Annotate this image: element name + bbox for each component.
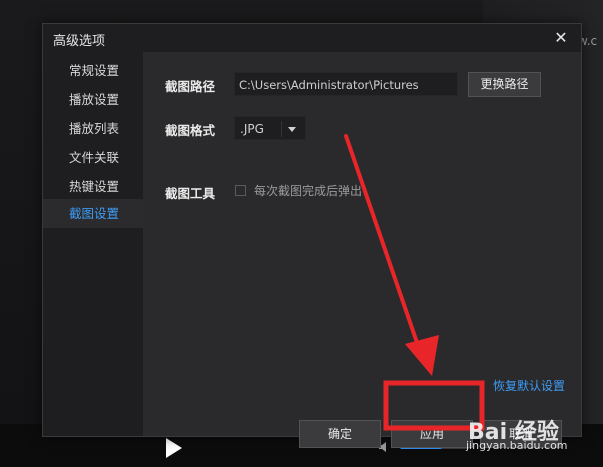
- settings-sidebar: 常规设置 播放设置 播放列表 文件关联 热键设置 截图设置: [43, 52, 143, 436]
- sidebar-item-hotkeys[interactable]: 热键设置: [43, 172, 143, 201]
- dialog-title: 高级选项: [53, 34, 106, 49]
- screenshot-path-label: 截图路径: [165, 79, 216, 94]
- sidebar-item-file-association[interactable]: 文件关联: [43, 143, 143, 172]
- close-icon[interactable]: ✕: [551, 28, 571, 48]
- ok-button[interactable]: 确定: [299, 420, 381, 448]
- restore-defaults-link[interactable]: 恢复默认设置: [493, 377, 565, 394]
- advanced-options-dialog: 高级选项 ✕ 常规设置 播放设置 播放列表 文件关联 热键设置 截图设置 截图路…: [42, 23, 582, 448]
- sidebar-item-general[interactable]: 常规设置: [43, 56, 143, 85]
- sidebar-item-screenshot[interactable]: 截图设置: [43, 199, 143, 228]
- screenshot-tool-label: 截图工具: [165, 186, 216, 201]
- apply-button[interactable]: 应用: [391, 420, 473, 448]
- popup-after-screenshot-checkbox[interactable]: [235, 185, 246, 196]
- sidebar-item-playlist[interactable]: 播放列表: [43, 114, 143, 143]
- play-icon[interactable]: [166, 438, 182, 458]
- chevron-down-icon[interactable]: [288, 127, 296, 132]
- select-divider: [281, 121, 282, 137]
- dialog-titlebar[interactable]: 高级选项 ✕: [43, 24, 581, 52]
- change-path-button[interactable]: 更换路径: [468, 72, 541, 97]
- screenshot-format-value: .JPG: [240, 122, 264, 136]
- watermark-url: jingyan.baidu.com: [466, 439, 568, 452]
- screenshot-format-select[interactable]: .JPG: [234, 116, 306, 140]
- screenshot-settings-panel: 截图路径 C:\Users\Administrator\Pictures 更换路…: [143, 52, 581, 448]
- screenshot-path-field[interactable]: C:\Users\Administrator\Pictures: [234, 72, 458, 96]
- popup-after-screenshot-label[interactable]: 每次截图完成后弹出: [254, 182, 362, 199]
- sidebar-item-playback[interactable]: 播放设置: [43, 85, 143, 114]
- screenshot-format-label: 截图格式: [165, 123, 216, 138]
